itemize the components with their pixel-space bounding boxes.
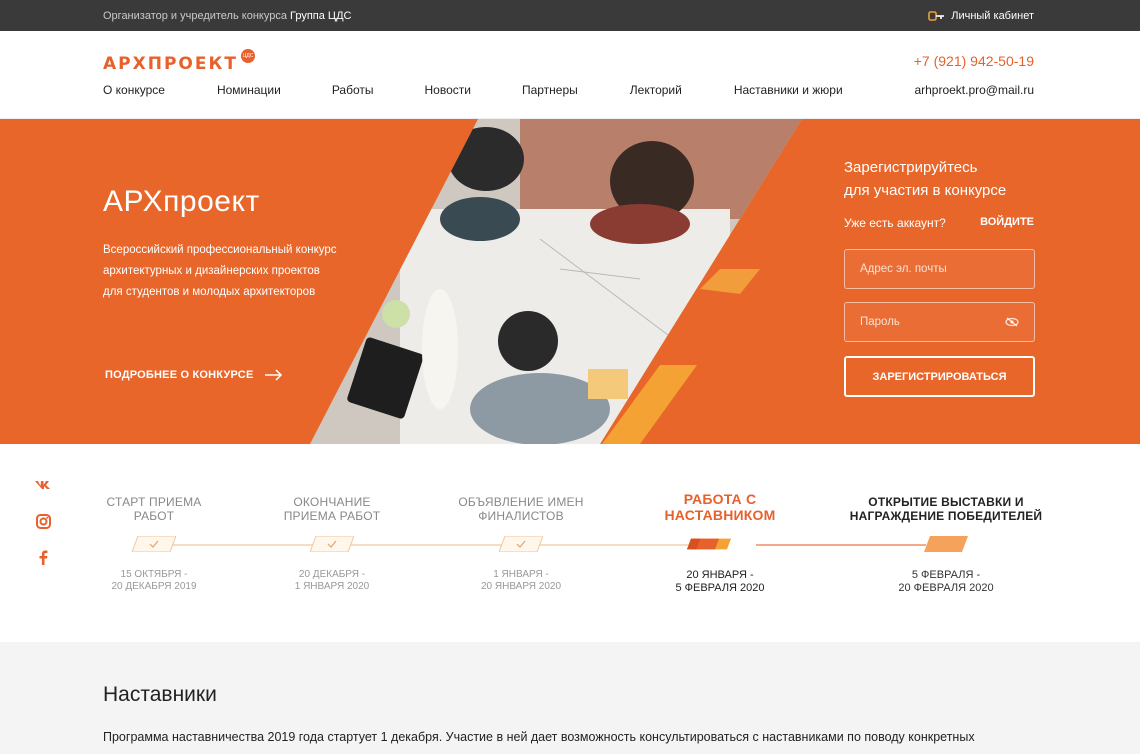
organizer-info: Организатор и учредитель конкурса Группа… bbox=[103, 10, 351, 22]
personal-cabinet-label: Личный кабинет bbox=[951, 9, 1034, 22]
timeline-step-title: СТАРТ ПРИЕМА РАБОТ bbox=[54, 495, 254, 523]
email-field[interactable]: Адрес эл. почты bbox=[844, 249, 1035, 289]
hero-description-line: архитектурных и дизайнерских проектов bbox=[103, 265, 320, 277]
timeline-step-date-line: 1 ЯНВАРЯ 2020 bbox=[294, 581, 370, 592]
nav-item-lectures[interactable]: Лекторий bbox=[630, 83, 682, 97]
register-button[interactable]: ЗАРЕГИСТРИРОВАТЬСЯ bbox=[844, 356, 1035, 397]
timeline-step-date-line: 15 ОКТЯБРЯ - bbox=[120, 569, 188, 580]
timeline-step-date: 5 ФЕВРАЛЯ - 20 ФЕВРАЛЯ 2020 bbox=[846, 569, 1046, 595]
email-placeholder: Адрес эл. почты bbox=[860, 263, 947, 275]
organizer-name-link[interactable]: Группа ЦДС bbox=[290, 10, 351, 22]
timeline-step-date-line: 5 ФЕВРАЛЯ 2020 bbox=[675, 582, 765, 594]
timeline-step-title-line: ФИНАЛИСТОВ bbox=[478, 509, 564, 523]
timeline-step-title-line: РАБОТ bbox=[133, 509, 175, 523]
register-title-line: Зарегистрируйтесь bbox=[844, 159, 978, 176]
arrow-right-icon bbox=[265, 369, 283, 381]
timeline-step-title: РАБОТА С НАСТАВНИКОМ bbox=[620, 491, 820, 523]
phone-link[interactable]: +7 (921) 942-50-19 bbox=[914, 53, 1034, 69]
nav-item-mentors-jury[interactable]: Наставники и жюри bbox=[734, 83, 843, 97]
timeline-step-date-line: 20 ЯНВАРЯ 2020 bbox=[480, 581, 562, 592]
mentors-text: Программа наставничества 2019 года старт… bbox=[103, 730, 975, 744]
timeline-step-title-line: РАБОТА С bbox=[683, 491, 757, 507]
mentors-section: Наставники Программа наставничества 2019… bbox=[0, 642, 1140, 754]
more-about-contest-link[interactable]: ПОДРОБНЕЕ О КОНКУРСЕ bbox=[105, 369, 283, 381]
timeline-line-done bbox=[154, 544, 721, 546]
check-icon bbox=[310, 536, 354, 552]
timeline-step-title: ОКОНЧАНИЕ ПРИЕМА РАБОТ bbox=[232, 495, 432, 523]
current-step-marker bbox=[687, 538, 731, 550]
password-placeholder: Пароль bbox=[860, 316, 900, 328]
check-icon bbox=[132, 536, 176, 552]
more-about-contest-label: ПОДРОБНЕЕ О КОНКУРСЕ bbox=[105, 369, 254, 381]
timeline-step-title: ОТКРЫТИЕ ВЫСТАВКИ И НАГРАЖДЕНИЕ ПОБЕДИТЕ… bbox=[846, 495, 1046, 523]
personal-cabinet-link[interactable]: Личный кабинет bbox=[928, 10, 1034, 22]
nav-item-about[interactable]: О конкурсе bbox=[103, 83, 165, 97]
timeline-step-title-line: НАСТАВНИКОМ bbox=[664, 507, 776, 523]
timeline-step-title-line: ОТКРЫТИЕ ВЫСТАВКИ И bbox=[868, 495, 1024, 509]
timeline-step-title-line: ОКОНЧАНИЕ bbox=[293, 495, 371, 509]
timeline-step-title-line: ПРИЕМА РАБОТ bbox=[283, 509, 381, 523]
timeline-step-date: 20 ДЕКАБРЯ - 1 ЯНВАРЯ 2020 bbox=[232, 569, 432, 593]
timeline-step-date-line: 20 ФЕВРАЛЯ 2020 bbox=[898, 582, 994, 594]
timeline-line-active bbox=[756, 544, 926, 546]
nav-item-partners[interactable]: Партнеры bbox=[522, 83, 578, 97]
have-account-text: Уже есть аккаунт? bbox=[844, 216, 946, 230]
hero-title: АРХпроект bbox=[103, 185, 260, 218]
site-header: АРХПРОЕКТ ЦДС О конкурсе Номинации Работ… bbox=[0, 31, 1140, 119]
nav-item-news[interactable]: Новости bbox=[425, 83, 471, 97]
next-step-marker bbox=[924, 536, 968, 552]
logo[interactable]: АРХПРОЕКТ ЦДС bbox=[103, 49, 255, 75]
timeline-step-title-line: ОБЪЯВЛЕНИЕ ИМЕН bbox=[458, 495, 584, 509]
eye-hidden-icon[interactable] bbox=[1005, 317, 1019, 327]
timeline-step-date-line: 20 ДЕКАБРЯ - bbox=[298, 569, 366, 580]
timeline-step-title-line: СТАРТ ПРИЕМА bbox=[106, 495, 202, 509]
nav-item-works[interactable]: Работы bbox=[332, 83, 374, 97]
hero-description-line: для студентов и молодых архитекторов bbox=[103, 286, 316, 298]
key-icon bbox=[928, 10, 945, 21]
organizer-prefix: Организатор и учредитель конкурса bbox=[103, 9, 287, 22]
register-title: Зарегистрируйтесь для участия в конкурсе bbox=[844, 156, 1044, 202]
logo-badge: ЦДС bbox=[241, 49, 255, 63]
timeline-step-date: 20 ЯНВАРЯ - 5 ФЕВРАЛЯ 2020 bbox=[620, 569, 820, 595]
hero-banner: АРХпроект Всероссийский профессиональный… bbox=[0, 119, 1140, 444]
top-bar: Организатор и учредитель конкурса Группа… bbox=[0, 0, 1140, 31]
timeline-step-date-line: 20 ЯНВАРЯ - bbox=[686, 569, 754, 581]
mentors-title: Наставники bbox=[103, 683, 217, 706]
password-field[interactable]: Пароль bbox=[844, 302, 1035, 342]
nav-item-nominations[interactable]: Номинации bbox=[217, 83, 281, 97]
timeline-step-title: ОБЪЯВЛЕНИЕ ИМЕН ФИНАЛИСТОВ bbox=[421, 495, 621, 523]
check-icon bbox=[499, 536, 543, 552]
main-nav: О конкурсе Номинации Работы Новости Парт… bbox=[103, 83, 843, 97]
register-title-line: для участия в конкурсе bbox=[844, 182, 1007, 199]
timeline-step-title-line: НАГРАЖДЕНИЕ ПОБЕДИТЕЛЕЙ bbox=[849, 509, 1043, 523]
contest-timeline: СТАРТ ПРИЕМА РАБОТ 15 ОКТЯБРЯ - 20 ДЕКАБ… bbox=[0, 444, 1140, 642]
timeline-step-date-line: 1 ЯНВАРЯ - bbox=[493, 569, 549, 580]
timeline-step-date-line: 20 ДЕКАБРЯ 2019 bbox=[111, 581, 197, 592]
timeline-step-date-line: 5 ФЕВРАЛЯ - bbox=[911, 569, 981, 581]
timeline-step-date: 15 ОКТЯБРЯ - 20 ДЕКАБРЯ 2019 bbox=[54, 569, 254, 593]
timeline-step-date: 1 ЯНВАРЯ - 20 ЯНВАРЯ 2020 bbox=[421, 569, 621, 593]
logo-text: АРХПРОЕКТ bbox=[103, 54, 238, 74]
hero-description-line: Всероссийский профессиональный конкурс bbox=[103, 244, 337, 256]
email-link[interactable]: arhproekt.pro@mail.ru bbox=[914, 83, 1034, 97]
hero-description: Всероссийский профессиональный конкурс а… bbox=[103, 240, 373, 303]
login-link[interactable]: ВОЙДИТЕ bbox=[980, 216, 1034, 228]
